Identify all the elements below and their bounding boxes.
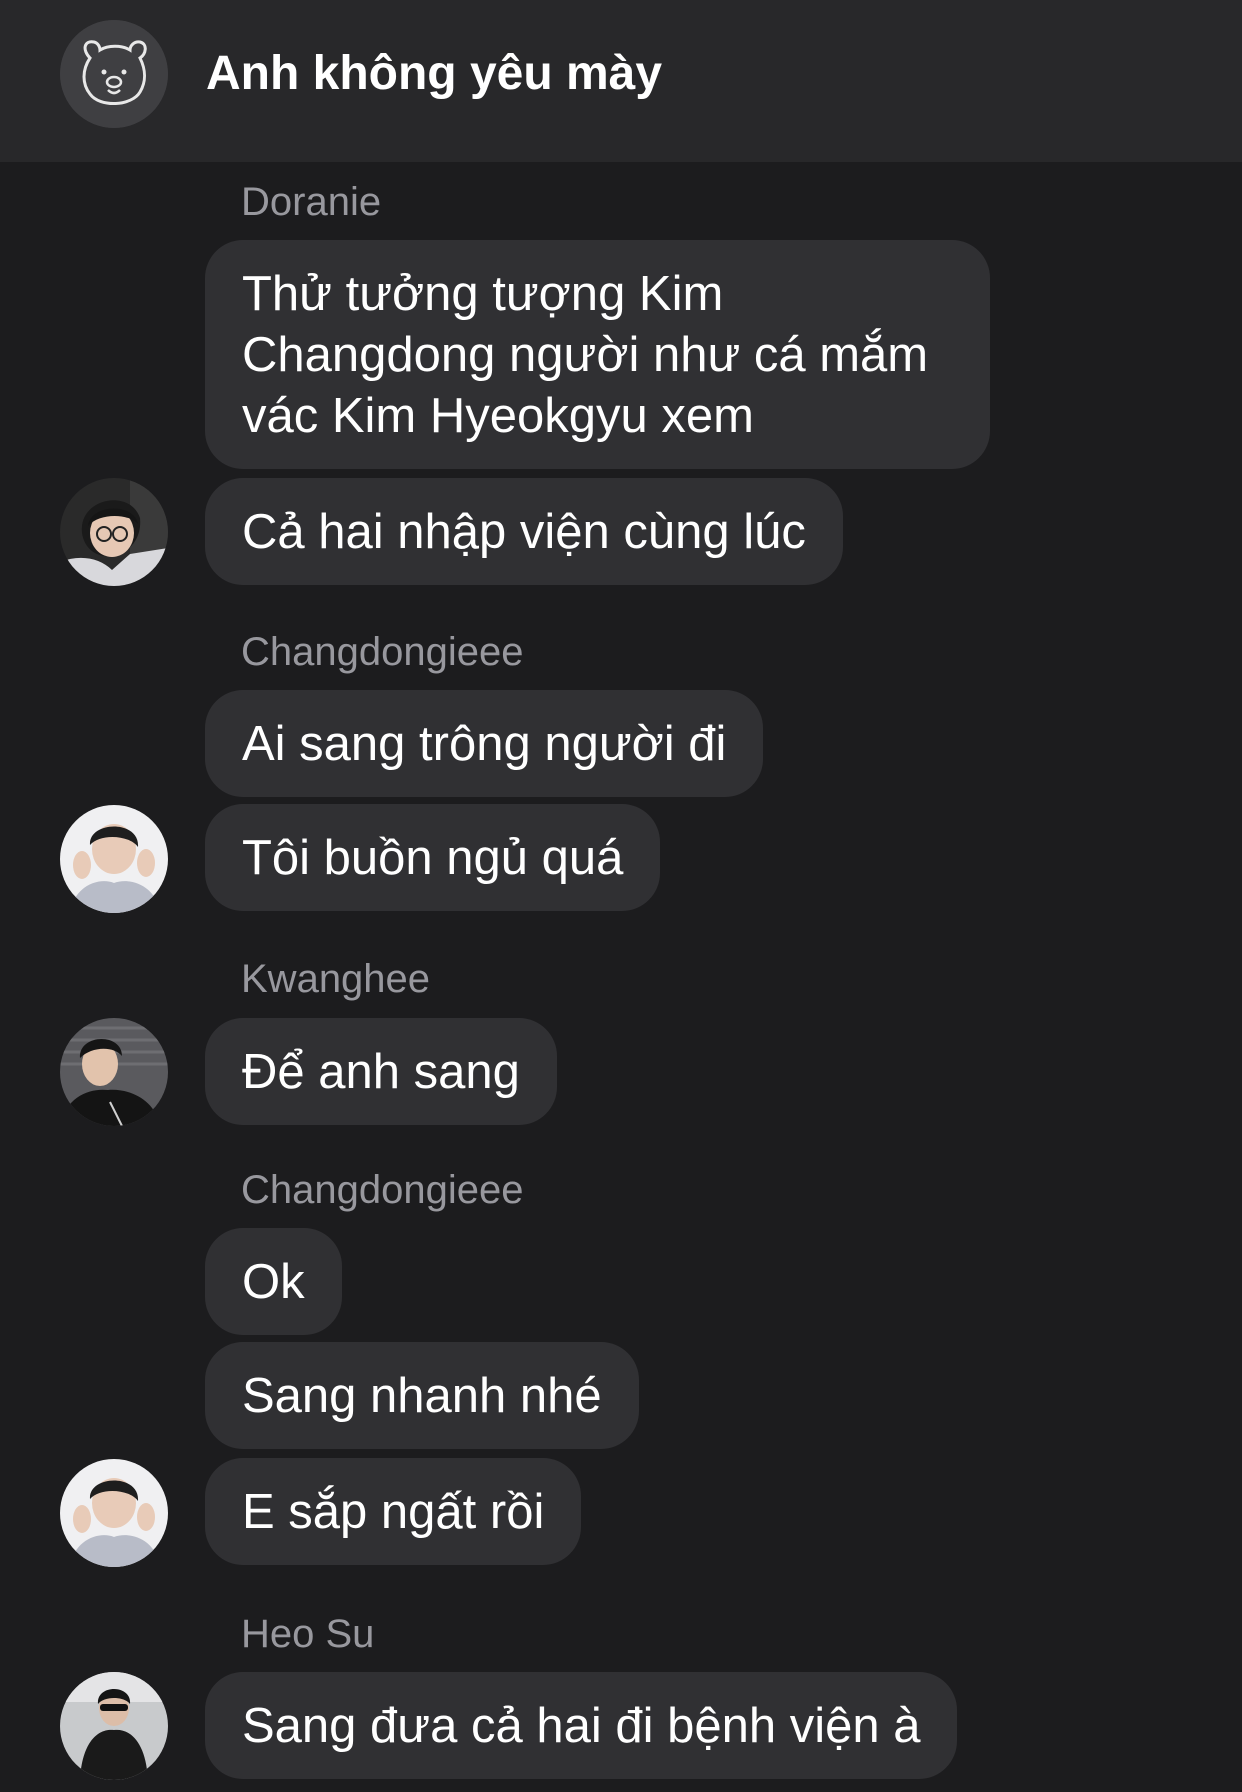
sender-avatar[interactable] <box>60 1672 168 1780</box>
sender-avatar[interactable] <box>60 805 168 913</box>
sender-avatar[interactable] <box>60 1018 168 1126</box>
user-photo-icon <box>60 1672 168 1780</box>
bear-face-icon <box>60 20 168 128</box>
sender-name: Doranie <box>241 180 382 224</box>
chat-title: Anh không yêu mày <box>206 47 663 100</box>
user-photo-icon <box>60 805 168 913</box>
sender-avatar[interactable] <box>60 478 168 586</box>
chat-header: Anh không yêu mày <box>0 0 1242 162</box>
message-bubble[interactable]: Thử tưởng tượng Kim Changdong người như … <box>205 240 990 469</box>
message-bubble[interactable]: Sang nhanh nhé <box>205 1342 639 1449</box>
user-photo-icon <box>60 478 168 586</box>
user-photo-icon <box>60 1459 168 1567</box>
message-bubble[interactable]: Cả hai nhập viện cùng lúc <box>205 478 843 585</box>
sender-name: Changdongieee <box>241 630 524 674</box>
message-bubble[interactable]: Để anh sang <box>205 1018 557 1125</box>
message-bubble[interactable]: Sang đưa cả hai đi bệnh viện à <box>205 1672 958 1779</box>
sender-name: Kwanghee <box>241 957 431 1001</box>
message-bubble[interactable]: Ok <box>205 1228 342 1335</box>
message-bubble[interactable]: Tôi buồn ngủ quá <box>205 804 661 911</box>
sender-name: Changdongieee <box>241 1168 524 1212</box>
group-avatar[interactable] <box>60 20 168 128</box>
user-photo-icon <box>60 1018 168 1126</box>
message-bubble[interactable]: E sắp ngất rồi <box>205 1458 582 1565</box>
sender-name: Heo Su <box>241 1612 375 1656</box>
message-bubble[interactable]: Ai sang trông người đi <box>205 690 764 797</box>
sender-avatar[interactable] <box>60 1459 168 1567</box>
